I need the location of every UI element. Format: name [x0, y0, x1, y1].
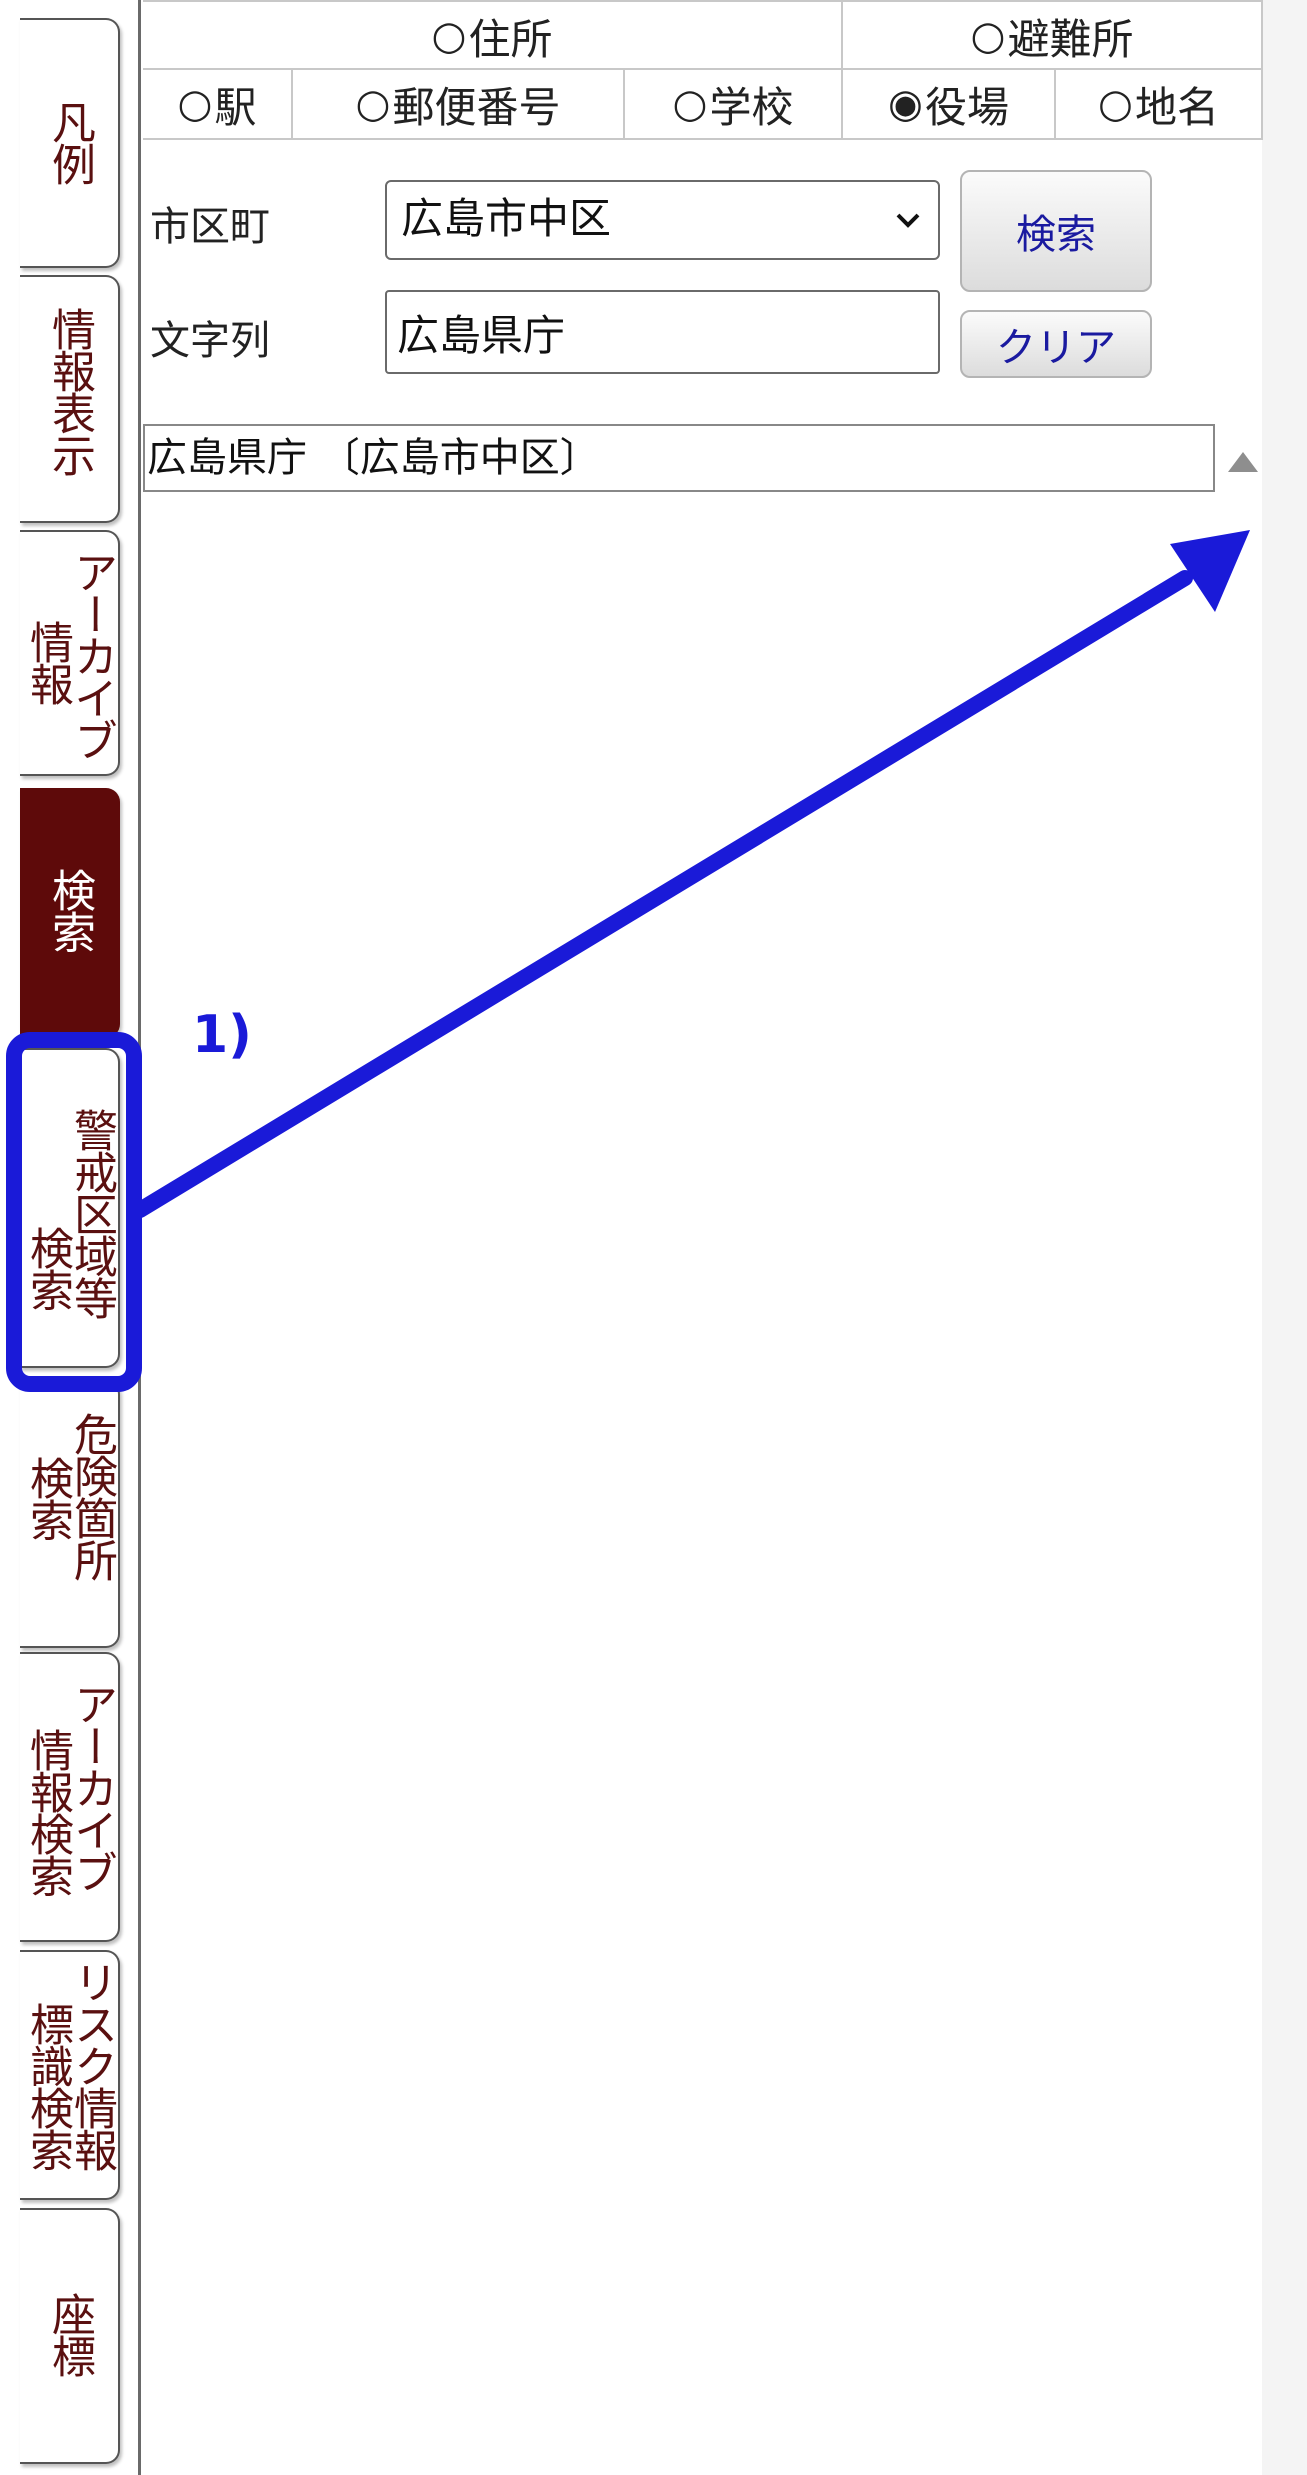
annotation-step-label: 1) — [192, 1005, 252, 1065]
annotation-highlight-box — [6, 1032, 142, 1392]
annotation-arrow — [132, 530, 1250, 1218]
